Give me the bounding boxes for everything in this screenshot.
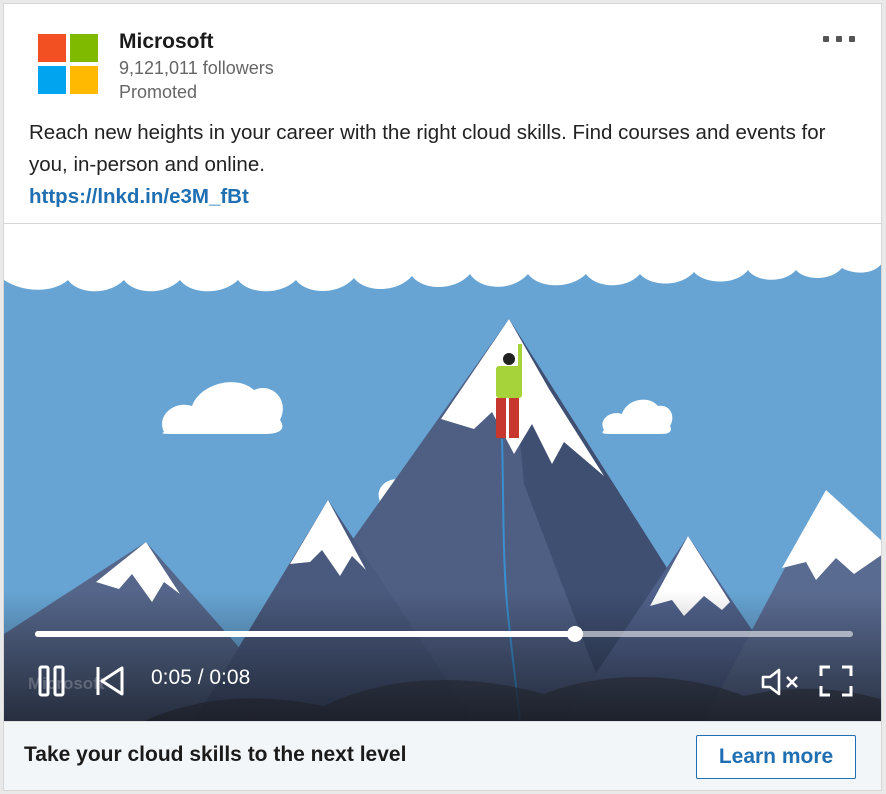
- post-text: Reach new heights in your career with th…: [29, 121, 826, 176]
- logo-square-yellow: [70, 66, 98, 94]
- cta-headline: Take your cloud skills to the next level: [24, 743, 407, 766]
- logo-square-red: [38, 34, 66, 62]
- learn-more-button[interactable]: Learn more: [696, 735, 856, 779]
- video-progress-bar[interactable]: [35, 626, 853, 642]
- pause-icon: [38, 665, 65, 697]
- cta-footer: Take your cloud skills to the next level…: [4, 721, 881, 790]
- post-link[interactable]: https://lnkd.in/e3M_fBt: [29, 181, 249, 213]
- follower-count: 9,121,011 followers: [119, 58, 274, 78]
- company-name[interactable]: Microsoft: [119, 30, 214, 54]
- fullscreen-icon: [819, 665, 853, 697]
- video-time-display: 0:05 / 0:08: [151, 666, 251, 689]
- replay-icon: [96, 666, 124, 696]
- promoted-label: Promoted: [119, 82, 198, 102]
- video-controls-gradient: [4, 591, 881, 721]
- mute-icon: [761, 668, 798, 696]
- video-scrubber-handle[interactable]: [566, 626, 583, 642]
- sponsored-post-card: Microsoft 9,121,011 followers Promoted R…: [3, 3, 882, 791]
- video-progress-fill: [35, 631, 575, 637]
- logo-square-blue: [38, 66, 66, 94]
- fullscreen-button[interactable]: [819, 665, 853, 702]
- microsoft-logo[interactable]: [38, 34, 98, 94]
- more-options-icon[interactable]: [821, 32, 857, 48]
- post-header: Microsoft 9,121,011 followers Promoted R…: [4, 4, 881, 224]
- mute-toggle-button[interactable]: [761, 668, 801, 701]
- replay-button[interactable]: [95, 665, 125, 702]
- video-player[interactable]: Microsoft 0:05 / 0:08: [4, 224, 881, 721]
- pause-button[interactable]: [38, 665, 66, 702]
- logo-square-green: [70, 34, 98, 62]
